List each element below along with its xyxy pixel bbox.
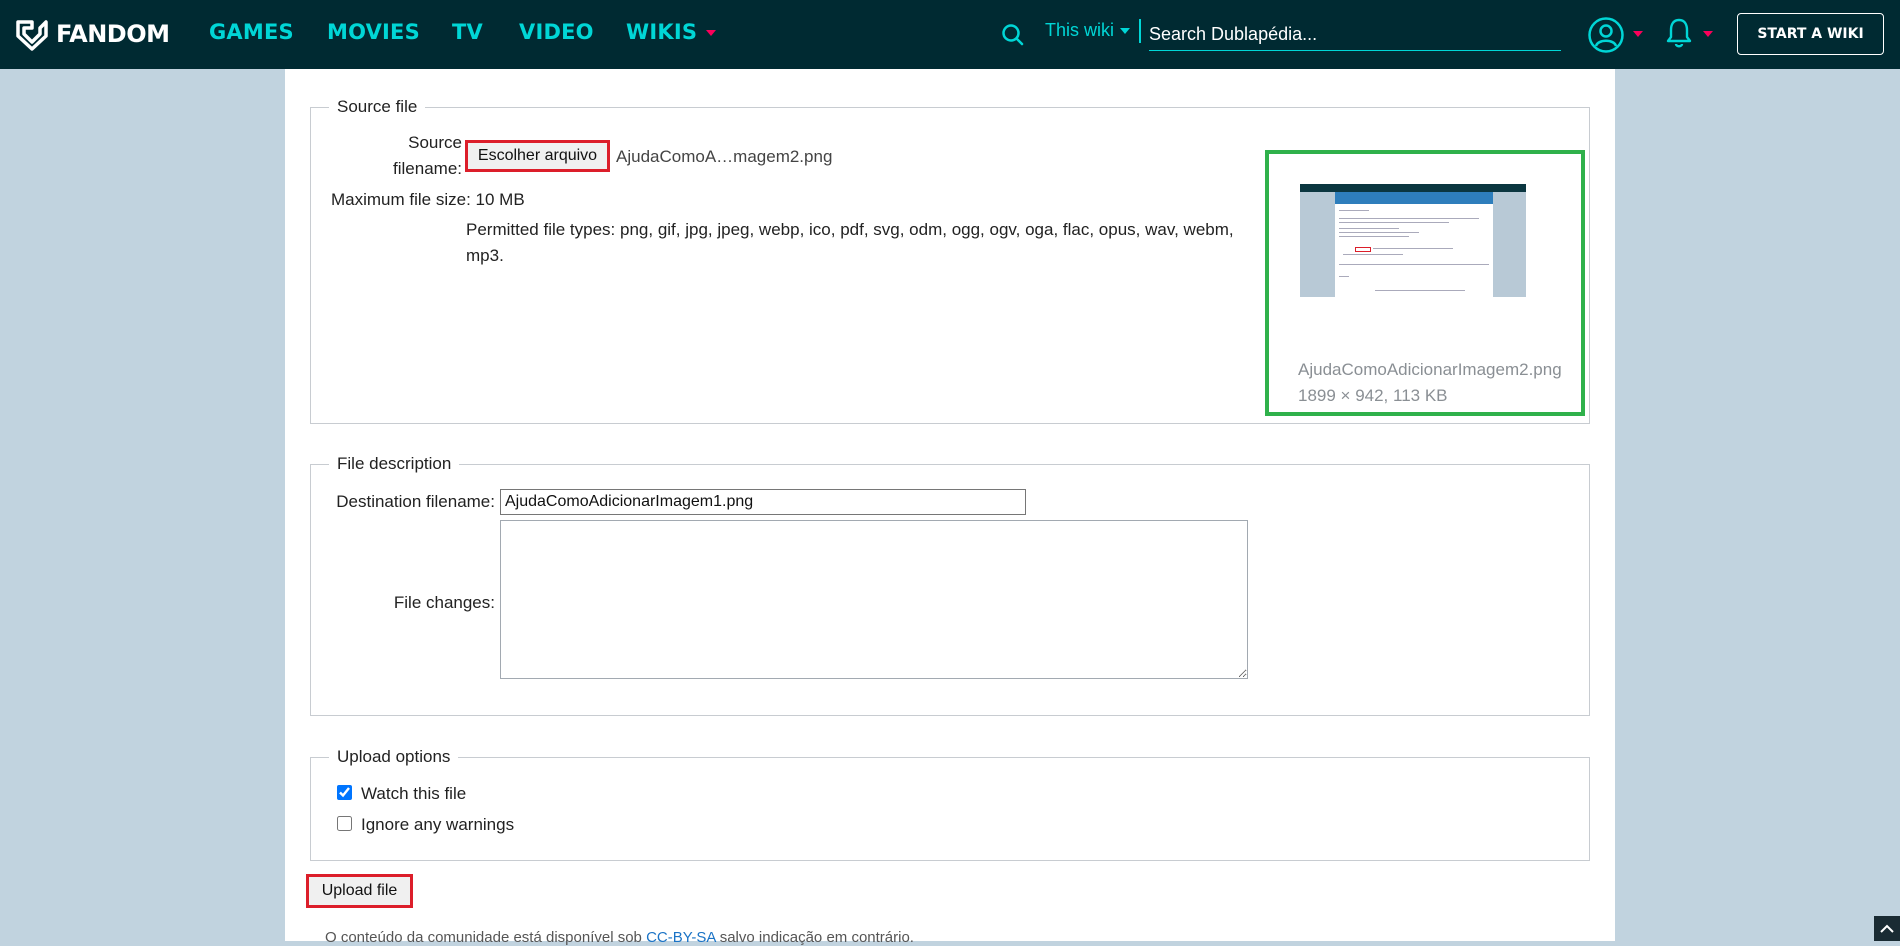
- source-file-legend: Source file: [337, 97, 418, 116]
- search-divider: [1139, 19, 1141, 43]
- file-preview: AjudaComoAdicionarImagem2.png 1899 × 942…: [1265, 150, 1585, 416]
- file-description-legend: File description: [337, 454, 452, 473]
- destination-filename-label: Destination filename:: [336, 492, 495, 511]
- permitted-file-types-line2: mp3.: [466, 246, 504, 265]
- chevron-down-icon: [1120, 28, 1131, 35]
- ignore-warnings-label[interactable]: Ignore any warnings: [361, 815, 514, 835]
- max-file-size: Maximum file size: 10 MB: [331, 190, 525, 210]
- ignore-warnings-checkbox[interactable]: [337, 816, 352, 831]
- max-file-size-label: Maximum file size:: [331, 190, 471, 209]
- license-footer-note: O conteúdo da comunidade está disponível…: [325, 929, 914, 946]
- destination-filename-input[interactable]: [500, 489, 1026, 515]
- start-a-wiki-button[interactable]: START A WIKI: [1737, 13, 1884, 55]
- fandom-logo[interactable]: FANDOM: [14, 16, 170, 52]
- preview-file-name: AjudaComoAdicionarImagem2.png: [1298, 360, 1562, 379]
- nav-wikis-label: WIKIS: [626, 20, 698, 44]
- search-input[interactable]: [1149, 18, 1561, 51]
- scroll-to-top-button[interactable]: [1874, 916, 1900, 941]
- source-filename-label-line2: filename:: [393, 159, 462, 178]
- chevron-down-icon: [706, 30, 717, 36]
- search-scope-dropdown[interactable]: This wiki: [1045, 20, 1131, 41]
- file-preview-thumbnail: [1300, 184, 1526, 297]
- chevron-up-icon: [1880, 924, 1894, 933]
- permitted-file-types-line1: Permitted file types: png, gif, jpg, jpe…: [466, 220, 1234, 239]
- file-changes-textarea[interactable]: [500, 520, 1248, 679]
- user-menu-caret-icon[interactable]: [1633, 31, 1643, 37]
- max-file-size-value: 10 MB: [475, 190, 525, 209]
- notifications-caret-icon[interactable]: [1703, 31, 1713, 37]
- fandom-heart-icon: [16, 20, 48, 51]
- fandom-logo-text: FANDOM: [56, 20, 170, 48]
- nav-tv[interactable]: TV: [452, 20, 483, 44]
- footer-prefix: O conteúdo da comunidade está disponível…: [325, 929, 647, 946]
- search-icon[interactable]: [1000, 22, 1026, 48]
- nav-games[interactable]: GAMES: [209, 20, 294, 44]
- nav-wikis[interactable]: WIKIS: [626, 20, 717, 44]
- top-navigation-bar: FANDOM GAMES MOVIES TV VIDEO WIKIS This …: [0, 0, 1900, 69]
- preview-file-meta: 1899 × 942, 113 KB: [1298, 386, 1448, 405]
- upload-options-legend: Upload options: [337, 747, 451, 766]
- choose-file-button[interactable]: Escolher arquivo: [465, 140, 610, 172]
- nav-movies[interactable]: MOVIES: [327, 20, 420, 44]
- license-link[interactable]: CC-BY-SA: [646, 929, 715, 946]
- footer-suffix: salvo indicação em contrário.: [715, 929, 914, 946]
- chosen-file-name: AjudaComoA…magem2.png: [616, 147, 833, 166]
- upload-file-button[interactable]: Upload file: [306, 874, 413, 908]
- file-changes-label: File changes:: [393, 593, 495, 612]
- search-scope-label: This wiki: [1045, 20, 1115, 40]
- upload-options-fieldset: Upload options: [310, 747, 1590, 861]
- watch-file-label[interactable]: Watch this file: [361, 784, 466, 804]
- notification-bell-icon[interactable]: [1665, 16, 1693, 50]
- user-avatar-icon[interactable]: [1587, 16, 1625, 54]
- watch-file-checkbox[interactable]: [337, 785, 352, 800]
- source-filename-label-line1: Source: [408, 133, 462, 152]
- nav-video[interactable]: VIDEO: [519, 20, 594, 44]
